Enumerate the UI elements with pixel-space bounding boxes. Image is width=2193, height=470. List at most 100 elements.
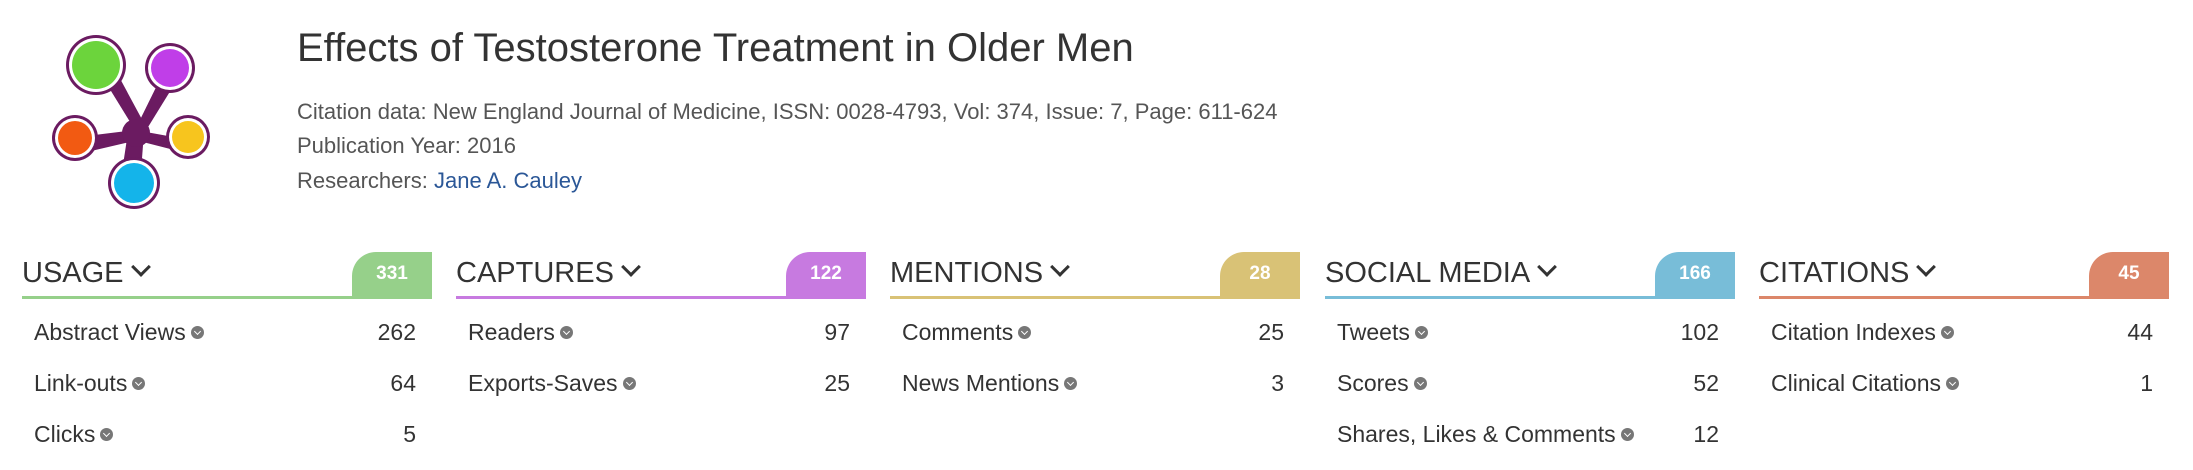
metric-row[interactable]: Abstract Views 262 — [34, 305, 416, 356]
metric-row[interactable]: Tweets 102 — [1337, 305, 1719, 356]
category-label: CITATIONS — [1759, 257, 1910, 289]
publication-year: Publication Year: 2016 — [297, 133, 516, 159]
category-count-badge: 28 — [1220, 252, 1300, 296]
info-icon[interactable] — [622, 377, 636, 391]
metric-value: 5 — [403, 421, 416, 447]
metric-label: Link-outs — [34, 370, 128, 396]
info-icon[interactable] — [100, 428, 114, 442]
metric-label: Readers — [468, 319, 555, 345]
metric-row[interactable]: News Mentions 3 — [902, 356, 1284, 407]
category-count-badge: 122 — [786, 252, 866, 296]
metric-column-captures: CAPTURES 122 Readers 97 Exports-Saves 25 — [456, 252, 866, 462]
metric-value: 25 — [1258, 319, 1284, 345]
metric-label-wrap: Comments — [902, 319, 1032, 346]
metric-label: Comments — [902, 319, 1014, 345]
metric-row[interactable]: Clicks 5 — [34, 407, 416, 458]
metric-row[interactable]: Shares, Likes & Comments 12 — [1337, 407, 1719, 458]
category-count-badge: 45 — [2089, 252, 2169, 296]
metric-label: Tweets — [1337, 319, 1410, 345]
category-title: USAGE — [22, 257, 151, 290]
info-icon[interactable] — [190, 326, 204, 340]
category-title: CITATIONS — [1759, 257, 1937, 290]
metric-row[interactable]: Comments 25 — [902, 305, 1284, 356]
metric-label-wrap: News Mentions — [902, 370, 1078, 397]
metric-list: Comments 25 News Mentions 3 — [890, 299, 1300, 407]
year-label: Publication Year: — [297, 133, 461, 158]
citation-data: Citation data: New England Journal of Me… — [297, 99, 1277, 125]
metric-label-wrap: Clinical Citations — [1771, 370, 1960, 397]
metric-value: 12 — [1693, 421, 1719, 447]
metric-value: 97 — [824, 319, 850, 345]
metric-column-social-media: SOCIAL MEDIA 166 Tweets 102 Scores 52 Shares, … — [1325, 252, 1735, 462]
metric-label-wrap: Clicks — [34, 421, 114, 448]
category-header[interactable]: CAPTURES 122 — [456, 252, 866, 299]
metric-label: Citation Indexes — [1771, 319, 1936, 345]
info-icon[interactable] — [559, 326, 573, 340]
metric-row[interactable]: Scores 52 — [1337, 356, 1719, 407]
metric-column-usage: USAGE 331 Abstract Views 262 Link-outs 64 Clic… — [22, 252, 432, 462]
category-count-badge: 331 — [352, 252, 432, 296]
metric-label: Shares, Likes & Comments — [1337, 421, 1616, 447]
metric-list: Readers 97 Exports-Saves 25 — [456, 299, 866, 407]
article-title: Effects of Testosterone Treatment in Old… — [297, 26, 1134, 70]
category-header[interactable]: SOCIAL MEDIA 166 — [1325, 252, 1735, 299]
metric-label-wrap: Tweets — [1337, 319, 1428, 346]
metric-label: Exports-Saves — [468, 370, 618, 396]
category-label: SOCIAL MEDIA — [1325, 257, 1531, 289]
researcher-link[interactable]: Jane A. Cauley — [434, 168, 582, 193]
metric-list: Tweets 102 Scores 52 Shares, Likes & Comment… — [1325, 299, 1735, 458]
metric-label-wrap: Citation Indexes — [1771, 319, 1954, 346]
citation-value: New England Journal of Medicine, ISSN: 0… — [432, 99, 1278, 124]
metric-row[interactable]: Readers 97 — [468, 305, 850, 356]
metric-list: Citation Indexes 44 Clinical Citations 1 — [1759, 299, 2169, 407]
metric-label: Clicks — [34, 421, 96, 447]
category-title: MENTIONS — [890, 257, 1070, 290]
metric-label-wrap: Shares, Likes & Comments — [1337, 421, 1634, 448]
info-icon[interactable] — [1940, 326, 1954, 340]
metric-label-wrap: Abstract Views — [34, 319, 204, 346]
category-label: CAPTURES — [456, 257, 614, 289]
category-label: MENTIONS — [890, 257, 1044, 289]
category-title: CAPTURES — [456, 257, 641, 290]
year-value: 2016 — [467, 133, 516, 158]
metric-value: 64 — [390, 370, 416, 396]
metric-row[interactable]: Exports-Saves 25 — [468, 356, 850, 407]
metric-label: Abstract Views — [34, 319, 186, 345]
info-icon[interactable] — [132, 377, 146, 391]
metric-column-mentions: MENTIONS 28 Comments 25 News Mentions 3 — [890, 252, 1300, 462]
metric-label-wrap: Exports-Saves — [468, 370, 636, 397]
metric-row[interactable]: Citation Indexes 44 — [1771, 305, 2153, 356]
category-count-badge: 166 — [1655, 252, 1735, 296]
category-label: USAGE — [22, 257, 124, 289]
info-icon[interactable] — [1018, 326, 1032, 340]
metric-value: 44 — [2127, 319, 2153, 345]
info-icon[interactable] — [1413, 377, 1427, 391]
info-icon[interactable] — [1064, 377, 1078, 391]
metric-label: Scores — [1337, 370, 1409, 396]
metric-label-wrap: Link-outs — [34, 370, 146, 397]
metric-value: 25 — [824, 370, 850, 396]
metric-column-citations: CITATIONS 45 Citation Indexes 44 Clinical Ci… — [1759, 252, 2169, 462]
researchers-label: Researchers: — [297, 168, 428, 193]
metric-label-wrap: Readers — [468, 319, 573, 346]
metric-row[interactable]: Clinical Citations 1 — [1771, 356, 2153, 407]
metric-list: Abstract Views 262 Link-outs 64 Clicks 5 — [22, 299, 432, 458]
plumx-logo — [40, 20, 230, 220]
metric-label-wrap: Scores — [1337, 370, 1427, 397]
chevron-down-icon — [1537, 257, 1558, 277]
metric-row[interactable]: Link-outs 64 — [34, 356, 416, 407]
metric-value: 1 — [2140, 370, 2153, 396]
category-header[interactable]: MENTIONS 28 — [890, 252, 1300, 299]
category-title: SOCIAL MEDIA — [1325, 257, 1558, 290]
metric-label: News Mentions — [902, 370, 1060, 396]
chevron-down-icon — [1050, 257, 1070, 277]
category-header[interactable]: CITATIONS 45 — [1759, 252, 2169, 299]
metric-value: 52 — [1693, 370, 1719, 396]
category-header[interactable]: USAGE 331 — [22, 252, 432, 299]
info-icon[interactable] — [1946, 377, 1960, 391]
metric-value: 262 — [377, 319, 416, 345]
chevron-down-icon — [621, 257, 641, 277]
info-icon[interactable] — [1414, 326, 1428, 340]
metric-value: 3 — [1271, 370, 1284, 396]
info-icon[interactable] — [1620, 428, 1634, 442]
